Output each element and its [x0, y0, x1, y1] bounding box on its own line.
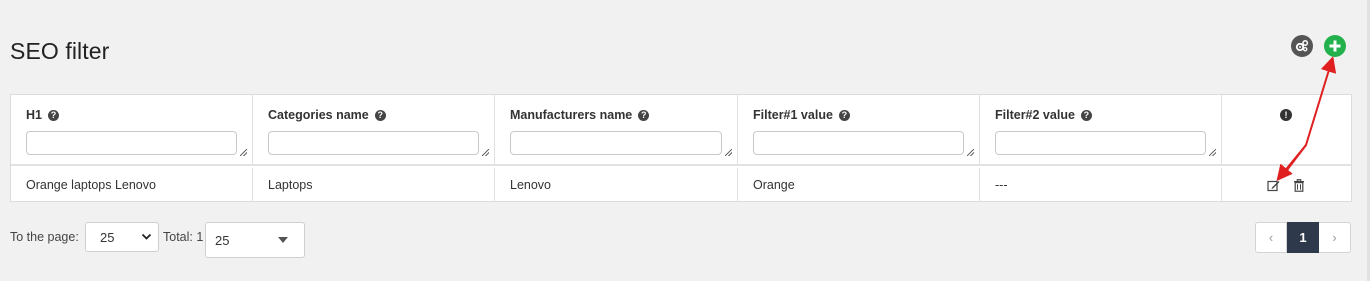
row-actions: [1222, 168, 1351, 201]
page-size-select[interactable]: 25: [205, 222, 305, 258]
column-header-filter2: Filter#2 value ?: [980, 95, 1222, 164]
per-page-select[interactable]: 25: [85, 222, 159, 252]
pagination: ‹ 1 ›: [1255, 222, 1351, 253]
resize-grip-icon[interactable]: [967, 149, 974, 156]
h1-cell: Orange laptops Lenovo: [26, 178, 156, 192]
column-label: H1: [26, 108, 42, 122]
edit-icon: [1266, 180, 1279, 191]
column-label: Categories name: [268, 108, 369, 122]
filter2-filter-input[interactable]: [995, 131, 1206, 155]
total-label: Total: 1: [163, 230, 204, 244]
chevron-down-icon: [141, 233, 152, 240]
resize-grip-icon[interactable]: [240, 149, 247, 156]
table-row: Orange laptops Lenovo Laptops Lenovo Ora…: [11, 168, 1351, 201]
prev-page-button[interactable]: ‹: [1255, 222, 1287, 253]
info-icon[interactable]: !: [1280, 109, 1292, 121]
manufacturers-filter-input[interactable]: [510, 131, 722, 155]
column-header-filter1: Filter#1 value ?: [738, 95, 980, 164]
resize-grip-icon[interactable]: [482, 149, 489, 156]
filter1-filter-input[interactable]: [753, 131, 964, 155]
to-page-label: To the page:: [10, 230, 79, 244]
question-icon[interactable]: ?: [47, 109, 59, 121]
seo-filter-table: H1 ? Categories name ? Manufacturers nam…: [10, 94, 1352, 202]
per-page-value: 25: [100, 230, 115, 245]
resize-grip-icon[interactable]: [1209, 149, 1216, 156]
question-icon[interactable]: ?: [1080, 109, 1092, 121]
caret-down-icon: [278, 237, 288, 243]
page-1-button[interactable]: 1: [1287, 222, 1319, 253]
resize-grip-icon[interactable]: [725, 149, 732, 156]
column-label: Filter#2 value: [995, 108, 1075, 122]
question-icon[interactable]: ?: [838, 109, 850, 121]
delete-button[interactable]: [1292, 178, 1306, 192]
header-actions: [1291, 35, 1351, 57]
question-icon[interactable]: ?: [638, 109, 650, 121]
manufacturer-cell: Lenovo: [510, 178, 552, 192]
column-header-categories: Categories name ?: [253, 95, 495, 164]
chevron-right-icon: ›: [1332, 230, 1337, 245]
table-header-row: H1 ? Categories name ? Manufacturers nam…: [11, 95, 1351, 166]
add-filter-button[interactable]: [1324, 35, 1346, 57]
next-page-button[interactable]: ›: [1319, 222, 1351, 253]
filter2-cell: ---: [995, 178, 1008, 192]
page-number: 1: [1299, 230, 1307, 245]
column-label: Filter#1 value: [753, 108, 833, 122]
edit-button[interactable]: [1266, 178, 1280, 192]
filter1-cell: Orange: [753, 178, 795, 192]
column-label: Manufacturers name: [510, 108, 633, 122]
column-header-actions: !: [1222, 95, 1351, 164]
category-cell: Laptops: [268, 178, 313, 192]
column-header-h1: H1 ?: [11, 95, 253, 164]
chevron-left-icon: ‹: [1268, 230, 1274, 245]
h1-filter-input[interactable]: [26, 131, 237, 155]
plus-circle-icon: [1329, 40, 1341, 52]
gears-icon: [1295, 40, 1309, 52]
settings-button[interactable]: [1291, 35, 1313, 57]
page-title: SEO filter: [10, 38, 110, 64]
categories-filter-input[interactable]: [268, 131, 479, 155]
column-header-manufacturers: Manufacturers name ?: [495, 95, 738, 164]
trash-icon: [1294, 178, 1304, 192]
page-size-value: 25: [215, 233, 230, 248]
question-icon[interactable]: ?: [374, 109, 386, 121]
